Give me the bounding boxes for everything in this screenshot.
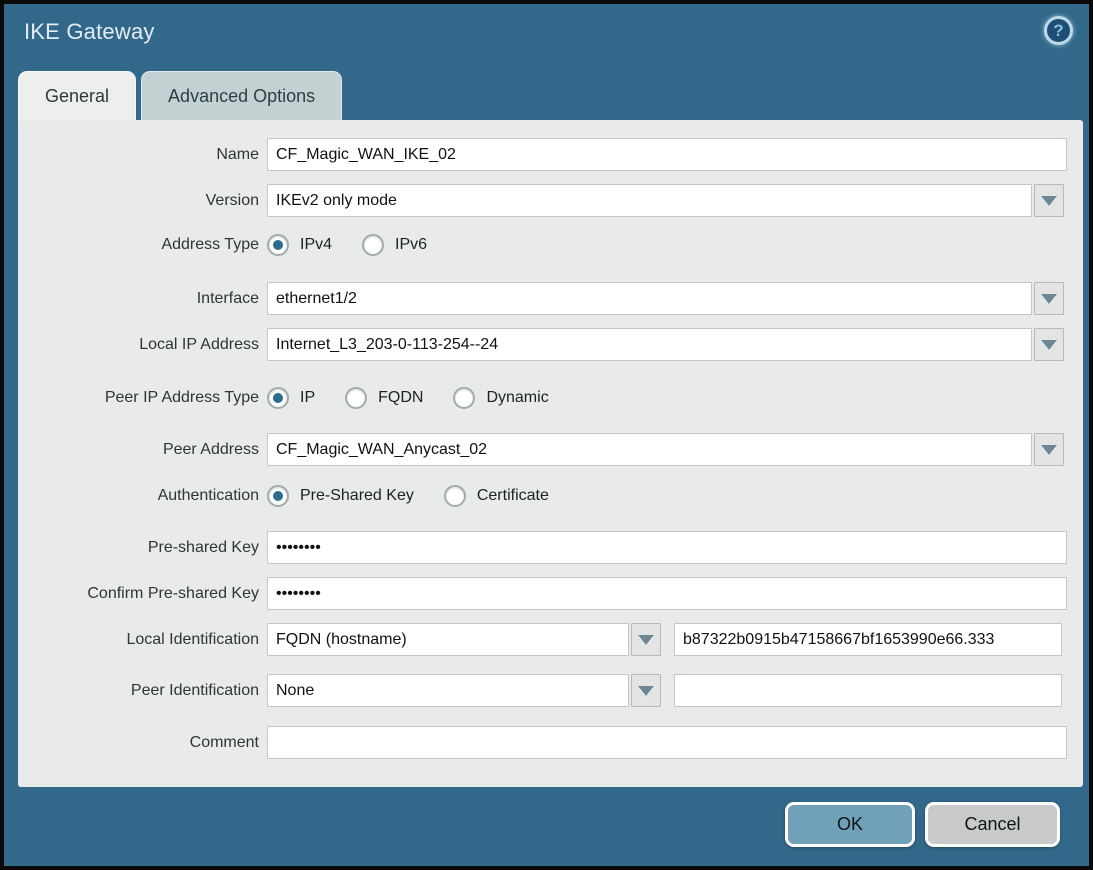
- pre-shared-key-row: Pre-shared Key: [18, 531, 1067, 564]
- authentication-certificate-label: Certificate: [477, 487, 549, 505]
- chevron-down-icon: [1041, 196, 1057, 206]
- authentication-row: Authentication Pre-Shared Key Certificat…: [18, 482, 549, 510]
- radio-button-icon[interactable]: [444, 485, 466, 507]
- version-row: Version: [18, 184, 1064, 217]
- peer-ip-address-type-row: Peer IP Address Type IP FQDN Dynamic: [18, 384, 549, 412]
- version-dropdown-button[interactable]: [1034, 184, 1064, 217]
- cancel-button-label: Cancel: [964, 814, 1020, 835]
- local-identification-type-select[interactable]: [267, 623, 629, 656]
- authentication-label: Authentication: [18, 487, 259, 505]
- interface-label: Interface: [18, 290, 259, 308]
- pre-shared-key-input[interactable]: [267, 531, 1067, 564]
- peer-ip-type-ip-label: IP: [300, 389, 315, 407]
- interface-dropdown-button[interactable]: [1034, 282, 1064, 315]
- peer-address-label: Peer Address: [18, 441, 259, 459]
- name-input[interactable]: [267, 138, 1067, 171]
- chevron-down-icon: [1041, 445, 1057, 455]
- radio-button-icon[interactable]: [453, 387, 475, 409]
- ike-gateway-dialog: IKE Gateway ? General Advanced Options N…: [0, 0, 1093, 870]
- radio-button-icon[interactable]: [267, 485, 289, 507]
- local-ip-address-row: Local IP Address: [18, 328, 1064, 361]
- peer-identification-dropdown-button[interactable]: [631, 674, 661, 707]
- tab-advanced-options[interactable]: Advanced Options: [141, 71, 342, 121]
- peer-ip-type-dynamic-option[interactable]: Dynamic: [453, 387, 548, 409]
- peer-ip-address-type-label: Peer IP Address Type: [18, 389, 259, 407]
- authentication-psk-label: Pre-Shared Key: [300, 487, 414, 505]
- radio-button-icon[interactable]: [345, 387, 367, 409]
- peer-address-select-input[interactable]: [267, 433, 1032, 466]
- version-label: Version: [18, 192, 259, 210]
- tab-general[interactable]: General: [18, 71, 136, 121]
- local-identification-label: Local Identification: [18, 631, 259, 649]
- dialog-title: IKE Gateway: [24, 19, 155, 45]
- address-type-row: Address Type IPv4 IPv6: [18, 231, 427, 259]
- address-type-label: Address Type: [18, 236, 259, 254]
- name-label: Name: [18, 146, 259, 164]
- radio-button-icon[interactable]: [362, 234, 384, 256]
- comment-input[interactable]: [267, 726, 1067, 759]
- chevron-down-icon: [1041, 294, 1057, 304]
- peer-identification-value-input[interactable]: [674, 674, 1062, 707]
- chevron-down-icon: [638, 686, 654, 696]
- help-icon[interactable]: ?: [1044, 16, 1073, 45]
- authentication-psk-option[interactable]: Pre-Shared Key: [267, 485, 414, 507]
- authentication-certificate-option[interactable]: Certificate: [444, 485, 549, 507]
- general-tab-panel: Name Version Address Type IPv4: [18, 120, 1083, 787]
- local-ip-address-select-input[interactable]: [267, 328, 1032, 361]
- peer-ip-type-fqdn-label: FQDN: [378, 389, 423, 407]
- address-type-ipv6-label: IPv6: [395, 236, 427, 254]
- ok-button-label: OK: [837, 814, 863, 835]
- comment-label: Comment: [18, 734, 259, 752]
- interface-row: Interface: [18, 282, 1064, 315]
- peer-ip-type-fqdn-option[interactable]: FQDN: [345, 387, 423, 409]
- chevron-down-icon: [1041, 340, 1057, 350]
- peer-ip-type-ip-option[interactable]: IP: [267, 387, 315, 409]
- confirm-pre-shared-key-label: Confirm Pre-shared Key: [18, 585, 259, 603]
- tab-bar: General Advanced Options: [18, 71, 342, 121]
- local-identification-dropdown-button[interactable]: [631, 623, 661, 656]
- name-row: Name: [18, 138, 1067, 171]
- address-type-ipv6-option[interactable]: IPv6: [362, 234, 427, 256]
- address-type-ipv4-label: IPv4: [300, 236, 332, 254]
- address-type-ipv4-option[interactable]: IPv4: [267, 234, 332, 256]
- version-select-input[interactable]: [267, 184, 1032, 217]
- local-ip-address-label: Local IP Address: [18, 336, 259, 354]
- peer-address-row: Peer Address: [18, 433, 1064, 466]
- local-identification-value-input[interactable]: [674, 623, 1062, 656]
- peer-ip-type-dynamic-label: Dynamic: [486, 389, 548, 407]
- tab-general-label: General: [45, 86, 109, 107]
- confirm-pre-shared-key-row: Confirm Pre-shared Key: [18, 577, 1067, 610]
- peer-identification-type-select[interactable]: [267, 674, 629, 707]
- tab-advanced-options-label: Advanced Options: [168, 86, 315, 107]
- peer-address-dropdown-button[interactable]: [1034, 433, 1064, 466]
- local-ip-address-dropdown-button[interactable]: [1034, 328, 1064, 361]
- chevron-down-icon: [638, 635, 654, 645]
- ok-button[interactable]: OK: [785, 802, 915, 847]
- peer-identification-label: Peer Identification: [18, 682, 259, 700]
- comment-row: Comment: [18, 726, 1067, 759]
- interface-select-input[interactable]: [267, 282, 1032, 315]
- local-identification-row: Local Identification: [18, 623, 1062, 656]
- radio-button-icon[interactable]: [267, 234, 289, 256]
- peer-identification-row: Peer Identification: [18, 674, 1062, 707]
- confirm-pre-shared-key-input[interactable]: [267, 577, 1067, 610]
- cancel-button[interactable]: Cancel: [925, 802, 1060, 847]
- dialog-titlebar: IKE Gateway ?: [4, 4, 1089, 66]
- radio-button-icon[interactable]: [267, 387, 289, 409]
- pre-shared-key-label: Pre-shared Key: [18, 539, 259, 557]
